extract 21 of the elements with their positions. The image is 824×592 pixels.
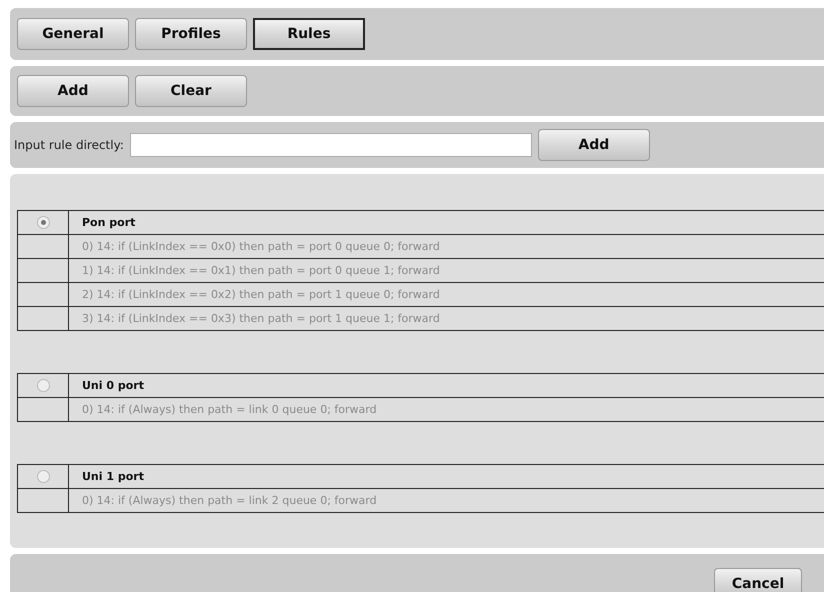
radio-button[interactable] (36, 216, 50, 230)
action-button[interactable]: Add (17, 75, 129, 107)
tab[interactable]: General (17, 18, 129, 50)
field-label: Input rule directly: (14, 138, 124, 152)
radio-button[interactable] (36, 470, 50, 484)
rule-text: 2) 14: if (LinkIndex == 0x2) then path = port 1 queue 0; forward (82, 288, 440, 301)
tab[interactable]: Profiles (135, 18, 247, 50)
port-name: Pon port (82, 216, 136, 229)
rule-text: 3) 14: if (LinkIndex == 0x3) then path = port 1 queue 1; forward (82, 312, 440, 325)
rule-text: 1) 14: if (LinkIndex == 0x1) then path = port 0 queue 1; forward (82, 264, 440, 277)
action-button[interactable]: Clear (135, 75, 247, 107)
port-name: Uni 1 port (82, 470, 144, 483)
port-name: Uni 0 port (82, 379, 144, 392)
add-rule-button[interactable]: Add (538, 129, 650, 161)
tab[interactable]: Rules (253, 18, 365, 50)
rule-text: 0) 14: if (LinkIndex == 0x0) then path = port 0 queue 0; forward (82, 240, 440, 253)
rule-text: 0) 14: if (Always) then path = link 2 queue 0; forward (82, 494, 377, 507)
rule-input-field[interactable] (130, 133, 532, 157)
radio-button[interactable] (36, 379, 50, 392)
cancel-button[interactable]: Cancel (714, 568, 802, 592)
rule-text: 0) 14: if (Always) then path = link 0 queue 0; forward (82, 403, 377, 416)
